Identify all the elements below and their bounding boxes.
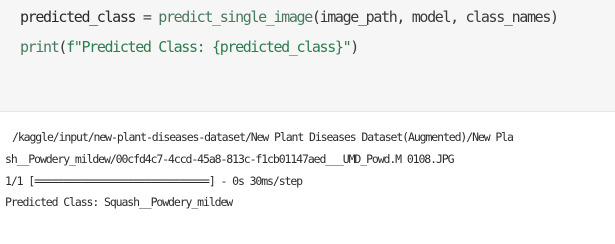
- code-cell[interactable]: predicted_class = predict_single_image(i…: [0, 0, 615, 112]
- output-line-progress: 1/1 [==============================] - 0…: [5, 174, 303, 188]
- open-paren: (: [58, 38, 67, 56]
- variable-name: predicted_class: [20, 8, 137, 26]
- assignment-operator: =: [135, 8, 159, 26]
- output-line-path: /kaggle/input/new-plant-diseases-dataset…: [12, 130, 514, 144]
- code-line-assignment: predicted_class = predict_single_image(i…: [20, 8, 559, 26]
- output-line-filename: sh__Powdery_mildew/00cfd4c7-4ccd-45a8-81…: [5, 152, 455, 166]
- cell-output: /kaggle/input/new-plant-diseases-dataset…: [0, 122, 615, 244]
- code-line-print: print(f"Predicted Class: {predicted_clas…: [20, 38, 359, 56]
- close-paren: ): [350, 38, 359, 56]
- function-arguments: (image_path, model, class_names): [311, 8, 559, 26]
- output-line-prediction: Predicted Class: Squash__Powdery_mildew: [5, 195, 233, 209]
- function-name: predict_single_image: [158, 8, 313, 26]
- fstring-literal: f"Predicted Class: {predicted_class}": [66, 38, 352, 56]
- print-function: print: [20, 38, 60, 56]
